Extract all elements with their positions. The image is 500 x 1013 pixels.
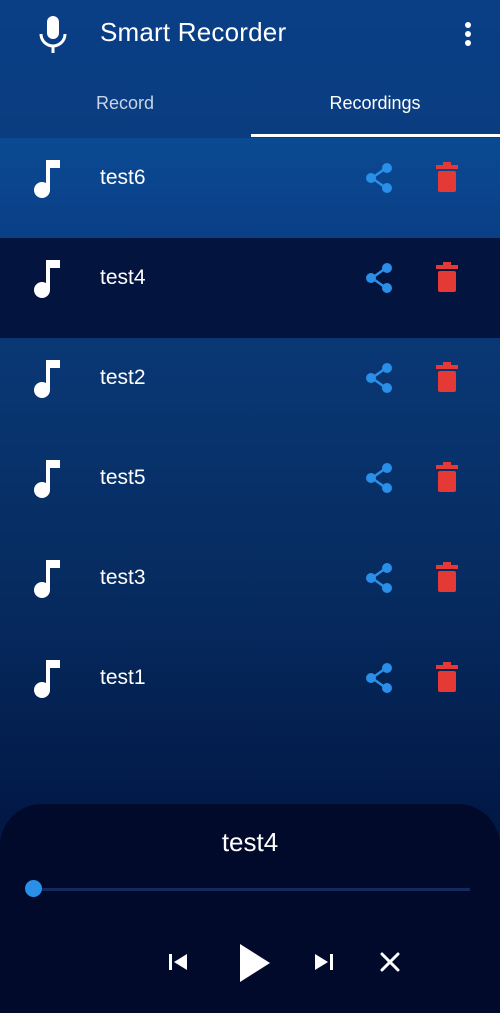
share-icon[interactable] (364, 262, 394, 294)
share-icon[interactable] (364, 162, 394, 194)
player-panel: test4 (0, 804, 500, 1013)
trash-icon[interactable] (434, 662, 460, 692)
music-note-icon (34, 360, 60, 398)
progress-track[interactable] (34, 888, 470, 891)
share-icon[interactable] (364, 562, 394, 594)
close-icon[interactable] (378, 950, 402, 974)
tab-recordings[interactable]: Recordings (250, 70, 500, 136)
mic-icon[interactable] (38, 16, 68, 54)
recording-name: test5 (100, 466, 146, 489)
trash-icon[interactable] (434, 562, 460, 592)
tab-bar: Record Recordings (0, 70, 500, 138)
music-note-icon (34, 260, 60, 298)
list-item[interactable]: test1 (0, 638, 500, 738)
list-item[interactable]: test3 (0, 538, 500, 638)
tab-indicator (251, 134, 500, 137)
trash-icon[interactable] (434, 262, 460, 292)
music-note-icon (34, 560, 60, 598)
skip-previous-icon[interactable] (166, 950, 190, 974)
recording-name: test6 (100, 166, 146, 189)
skip-next-icon[interactable] (312, 950, 336, 974)
recording-name: test1 (100, 666, 146, 689)
music-note-icon (34, 460, 60, 498)
tab-record[interactable]: Record (0, 70, 250, 136)
list-item[interactable]: test6 (0, 138, 500, 238)
trash-icon[interactable] (434, 462, 460, 492)
progress-thumb[interactable] (25, 880, 42, 897)
list-item[interactable]: test4 (0, 238, 500, 338)
recordings-list: test6 test4 test2 test5 test3 test1 (0, 138, 500, 738)
list-item[interactable]: test2 (0, 338, 500, 438)
music-note-icon (34, 160, 60, 198)
share-icon[interactable] (364, 662, 394, 694)
music-note-icon (34, 660, 60, 698)
trash-icon[interactable] (434, 162, 460, 192)
share-icon[interactable] (364, 362, 394, 394)
recording-name: test3 (100, 566, 146, 589)
recording-name: test2 (100, 366, 146, 389)
now-playing-title: test4 (221, 827, 279, 857)
more-vert-icon[interactable] (456, 20, 480, 48)
trash-icon[interactable] (434, 362, 460, 392)
app-bar: Smart Recorder (0, 0, 500, 68)
share-icon[interactable] (364, 462, 394, 494)
play-icon[interactable] (236, 942, 272, 984)
recording-name: test4 (100, 266, 146, 289)
list-item[interactable]: test5 (0, 438, 500, 538)
app-title: Smart Recorder (100, 17, 287, 47)
